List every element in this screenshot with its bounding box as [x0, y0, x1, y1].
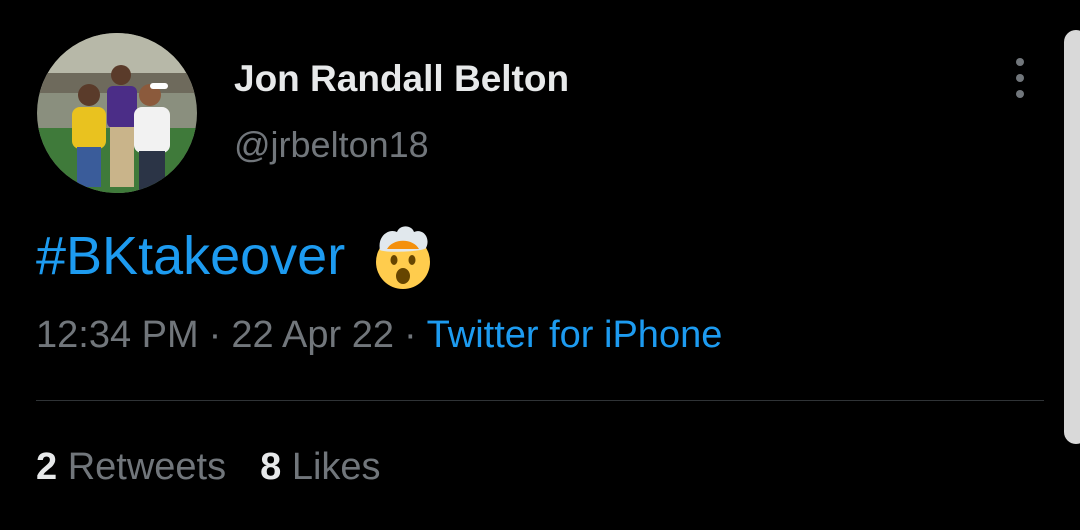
- scrollbar[interactable]: [1064, 30, 1080, 444]
- exploding-head-emoji-icon: [367, 220, 439, 292]
- divider: [36, 400, 1044, 401]
- retweets-label: Retweets: [67, 446, 227, 488]
- likes-count: 8: [260, 446, 282, 488]
- author-handle[interactable]: @jrbelton18: [234, 124, 429, 166]
- meta-separator: ·: [404, 314, 417, 356]
- more-dot-icon: [1016, 58, 1024, 66]
- likes-label: Likes: [291, 446, 381, 488]
- tweet-source-link[interactable]: Twitter for iPhone: [427, 314, 723, 356]
- profile-photo-icon: [37, 33, 197, 193]
- more-dot-icon: [1016, 74, 1024, 82]
- retweets-stat[interactable]: 2 Retweets: [36, 446, 226, 488]
- more-options-button[interactable]: [1002, 56, 1038, 100]
- more-dot-icon: [1016, 90, 1024, 98]
- tweet-meta: 12:34 PM · 22 Apr 22 · Twitter for iPhone: [36, 314, 722, 357]
- tweet-stats: 2 Retweets 8 Likes: [36, 446, 415, 489]
- meta-separator: ·: [208, 314, 222, 356]
- likes-stat[interactable]: 8 Likes: [260, 446, 380, 488]
- tweet-date[interactable]: 22 Apr 22: [231, 314, 394, 356]
- tweet-time[interactable]: 12:34 PM: [36, 314, 199, 356]
- hashtag-link[interactable]: #BKtakeover: [36, 220, 345, 292]
- tweet-text: #BKtakeover: [36, 220, 439, 292]
- retweets-count: 2: [36, 446, 58, 488]
- avatar[interactable]: [37, 33, 197, 193]
- author-display-name[interactable]: Jon Randall Belton: [234, 58, 569, 100]
